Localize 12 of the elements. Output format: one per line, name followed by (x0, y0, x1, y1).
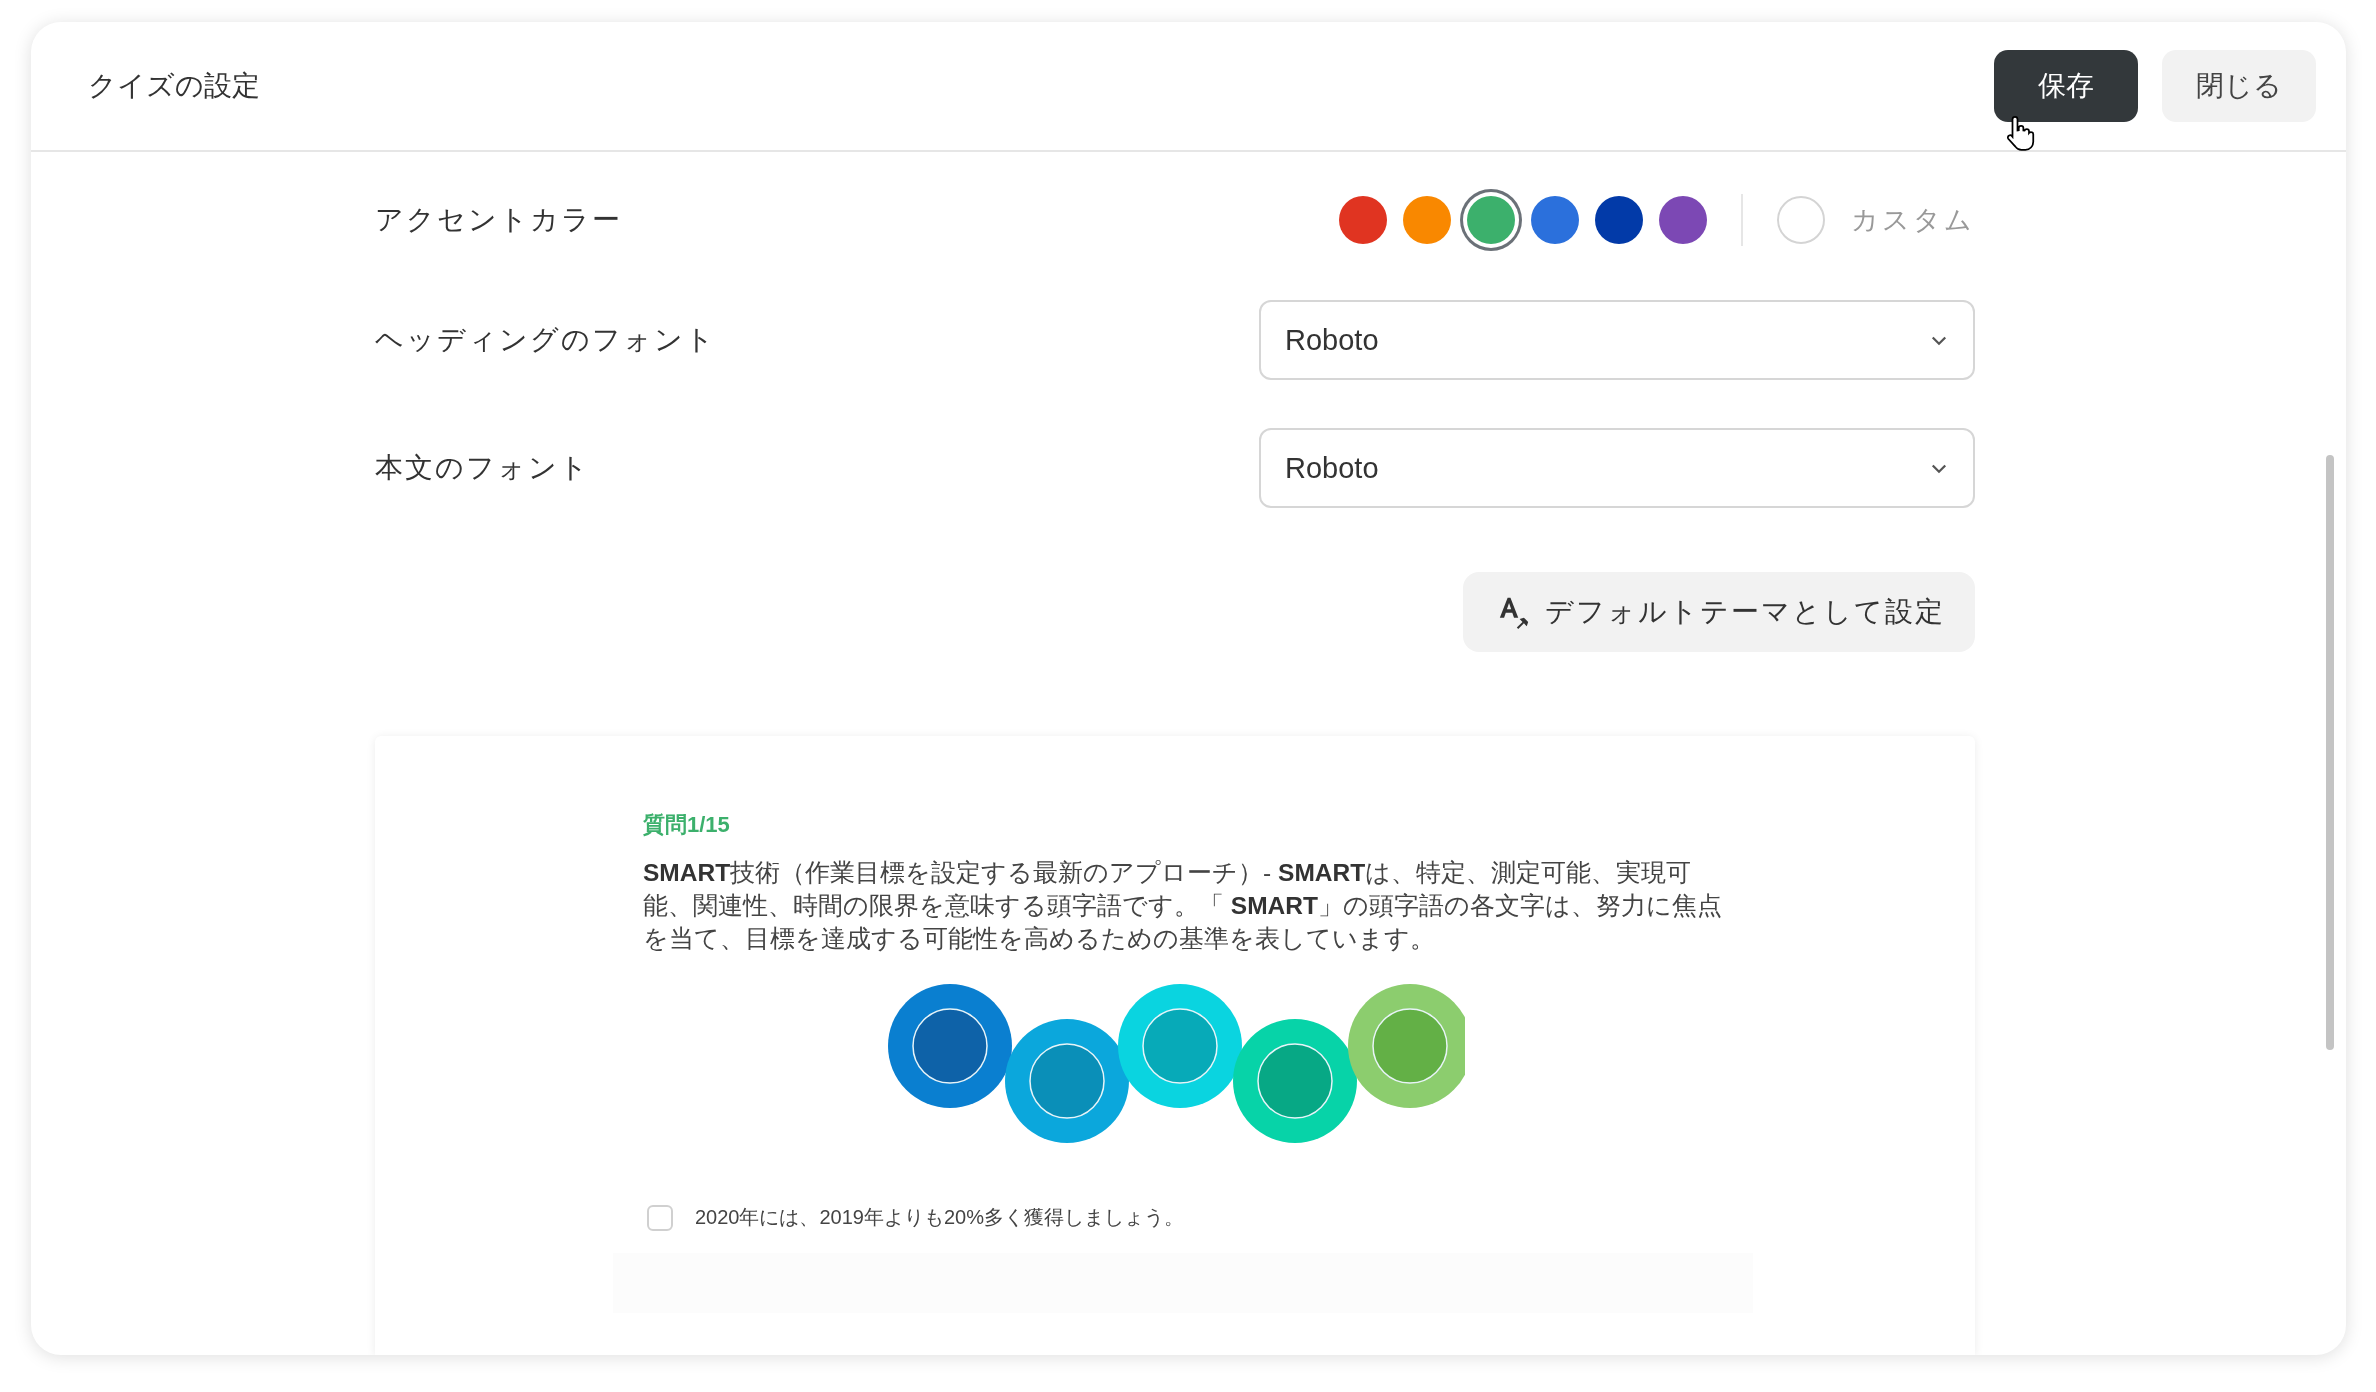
window-title: クイズの設定 (88, 69, 260, 103)
option-label: 2020年には、2019年よりも20%多く獲得しましょう。 (695, 1205, 1184, 1230)
question-number: 質問1/15 (643, 811, 731, 839)
close-button[interactable]: 閉じる (2162, 50, 2316, 122)
font-dropdown[interactable]: Roboto (1259, 428, 1975, 508)
setting-label: ヘッディングのフォント (375, 323, 716, 357)
setting-label: アクセントカラー (375, 203, 622, 237)
setting-label: 本文のフォント (375, 451, 590, 485)
set-default-theme-button[interactable]: デフォルトテーマとして設定 (1463, 572, 1975, 652)
font-dropdown[interactable]: Roboto (1259, 300, 1975, 380)
question-text: SMART技術（作業目標を設定する最新のアプローチ）- SMARTは、特定、測定可能、実現可能、関連性、時間の限界を意味する頭字語です。「 SMART」の頭字語の各文字は、努力に焦点を当て、目標を達成する可能性を高めるための基準を表しています。 (643, 858, 1723, 954)
save-button[interactable]: 保存 (1994, 50, 2138, 122)
